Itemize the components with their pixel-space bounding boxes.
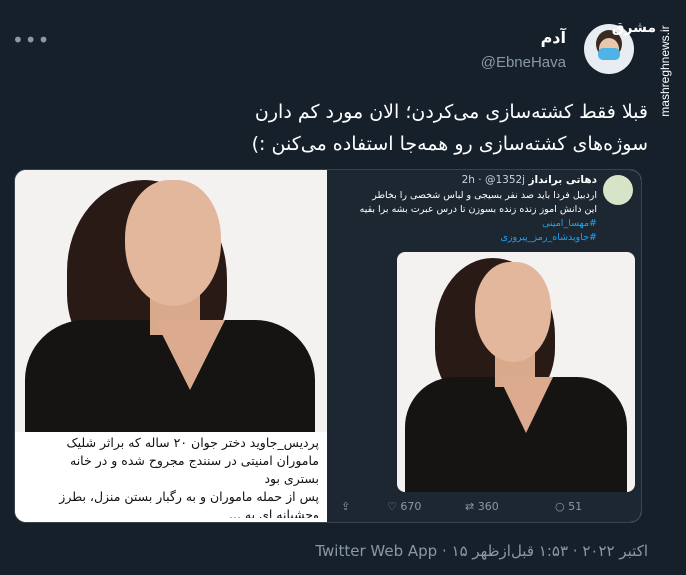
- like-count: 670: [400, 500, 422, 513]
- left-photo[interactable]: [15, 170, 327, 432]
- caption-line: وحشیانه ای به ...: [229, 507, 319, 518]
- like-icon: ♡ 670: [387, 500, 422, 513]
- caption-line: پس از حمله ماموران و به رگبار بستن منزل،…: [59, 489, 319, 504]
- reply-icon: ○ 51: [555, 500, 583, 513]
- caption-line: ماموران امنیتی در سنندج مجروح شده و در خ…: [70, 453, 319, 468]
- quoted-actions: ⇪ ♡ 670 ⇄ 360 ○ 51: [327, 500, 641, 516]
- more-options-icon[interactable]: •••: [12, 28, 50, 52]
- tweet-text: قبلا فقط کشته‌سازی می‌کردن؛ الان مورد کم…: [48, 96, 648, 160]
- quoted-avatar: [603, 175, 633, 205]
- tweet-time[interactable]: ۱:۵۳ قبل‌ازظهر: [472, 542, 568, 560]
- quoted-hashtag[interactable]: #مهسا_امینی: [335, 218, 597, 229]
- quoted-photo: [397, 252, 635, 492]
- photo-face: [475, 262, 551, 362]
- share-icon: ⇪: [341, 500, 351, 513]
- tweet-source[interactable]: Twitter Web App: [315, 542, 437, 560]
- tweet-media[interactable]: پردیس_جاوید دختر جوان ۲۰ ساله که براثر ش…: [14, 169, 642, 523]
- meta-separator: ·: [572, 542, 578, 560]
- photo-caption: پردیس_جاوید دختر جوان ۲۰ ساله که براثر ش…: [15, 432, 327, 522]
- tweet-text-line1: قبلا فقط کشته‌سازی می‌کردن؛ الان مورد کم…: [254, 101, 648, 123]
- tweet-meta: Twitter Web App · ۱۵ اکتبر ۲۰۲۲ · ۱:۵۳ ق…: [315, 542, 648, 560]
- quoted-time: 2h: [461, 174, 475, 186]
- quoted-tweet-screenshot[interactable]: 2h · @1352j دهاتی برانداز اردبیل فردا با…: [327, 170, 641, 522]
- meta-separator: ·: [441, 542, 447, 560]
- avatar-mask: [598, 48, 620, 60]
- reply-count: 51: [568, 500, 583, 513]
- retweet-count: 360: [477, 500, 499, 513]
- quoted-name: دهاتی برانداز: [528, 174, 597, 186]
- quoted-handle: @1352j: [484, 174, 526, 186]
- retweet-icon: ⇄ 360: [465, 500, 499, 513]
- tweet-text-line2: سوژه‌های کشته‌سازی رو همه‌جا استفاده می‌…: [251, 133, 648, 155]
- quoted-line2: این دانش اموز زنده زنده بسوزن تا درس عبر…: [359, 204, 597, 215]
- quoted-header: 2h · @1352j دهاتی برانداز: [461, 174, 597, 186]
- photo-face: [125, 180, 221, 306]
- caption-line: پردیس_جاوید دختر جوان ۲۰ ساله که براثر ش…: [66, 435, 319, 450]
- author-name[interactable]: آدم: [541, 28, 566, 47]
- author-handle[interactable]: @EbneHava: [481, 54, 566, 71]
- caption-line: بستری بود: [264, 471, 319, 486]
- quoted-line1: اردبیل فردا باید صد نفر بسیجی و لباس شخص…: [372, 190, 597, 201]
- quoted-hashtag[interactable]: #جاویدشاه_رمز_پیروزی: [335, 232, 597, 243]
- watermark-site: mashreghnews.ir: [658, 25, 672, 117]
